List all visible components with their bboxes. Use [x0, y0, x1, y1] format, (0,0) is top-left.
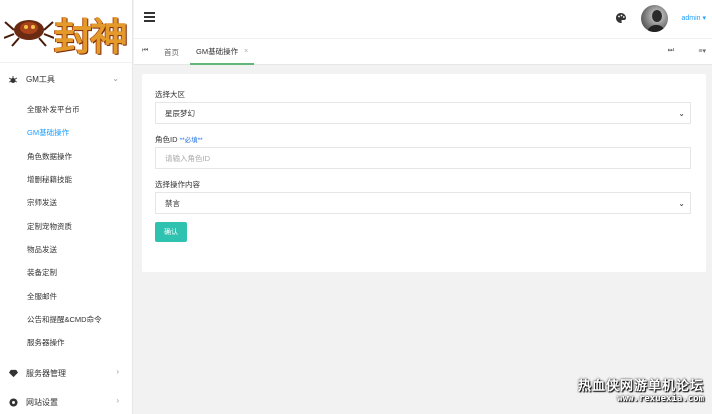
top-header: admin ▾ [134, 0, 712, 38]
avatar[interactable] [641, 5, 668, 32]
chevron-right-icon: › [116, 367, 119, 376]
chevron-right-icon: › [116, 396, 119, 405]
sidebar-item-gm-basic[interactable]: GM基础操作 [0, 121, 133, 144]
action-label: 选择操作内容 [155, 180, 200, 189]
sidebar-item-role-data[interactable]: 角色数据操作 [0, 145, 133, 168]
zone-value: 星辰梦幻 [165, 108, 195, 118]
menu-toggle-icon[interactable] [144, 12, 155, 22]
caret-down-icon: ▾ [700, 15, 706, 22]
tab-label: GM基础操作 [196, 46, 239, 56]
palette-icon[interactable] [615, 12, 627, 24]
zone-label: 选择大区 [155, 90, 185, 99]
watermark-url: www.rexuexia.com [617, 394, 704, 404]
sidebar-item-server-ops[interactable]: 服务器操作 [0, 331, 133, 354]
required-note: **必填** [179, 137, 203, 144]
sidebar-group-site-settings[interactable]: 网站设置 › [0, 390, 133, 414]
logo-text: 封神 [54, 14, 128, 59]
user-name: admin [681, 15, 701, 22]
sidebar-item-server-mail[interactable]: 全服邮件 [0, 284, 133, 307]
confirm-button[interactable]: 确认 [155, 222, 187, 242]
sidebar-group-label: 网站设置 [26, 397, 58, 407]
sidebar-item-pet-custom[interactable]: 定制宠物资质 [0, 214, 133, 237]
watermark: 热血侠网游单机论坛 www.rexuexia.com [578, 375, 704, 404]
sidebar-item-skills[interactable]: 增删秘籍技能 [0, 168, 133, 191]
sidebar-item-master-send[interactable]: 宗师发送 [0, 191, 133, 214]
demon-bug-icon [4, 20, 54, 47]
sidebar-item-equip-custom[interactable]: 装备定制 [0, 261, 133, 284]
bug-icon [8, 75, 18, 85]
diamond-icon [8, 368, 18, 378]
role-label: 角色ID **必填** [155, 134, 203, 145]
chevron-down-icon: ⌄ [678, 109, 685, 118]
settings-circle-icon [8, 397, 18, 407]
tab-scroll-right-icon[interactable]: ⏭ [668, 47, 674, 55]
tab-gm-basic[interactable]: GM基础操作 × [190, 39, 255, 65]
tab-options-icon[interactable]: ≡▾ [698, 47, 706, 55]
user-menu[interactable]: admin ▾ [681, 14, 706, 22]
tab-label: 首页 [164, 47, 179, 57]
sidebar-group-label: 服务器管理 [26, 368, 66, 378]
role-label-text: 角色ID [155, 135, 178, 144]
sidebar-item-item-send[interactable]: 物品发送 [0, 238, 133, 261]
chevron-down-icon: ⌄ [678, 199, 685, 208]
action-value: 禁言 [165, 198, 180, 208]
tab-scroll-left-icon[interactable]: ⏮ [142, 47, 148, 55]
watermark-title: 热血侠网游单机论坛 [577, 378, 704, 393]
zone-select[interactable]: 星辰梦幻 ⌄ [155, 102, 691, 124]
chevron-down-icon: ⌄ [112, 74, 119, 83]
action-select[interactable]: 禁言 ⌄ [155, 192, 691, 214]
logo[interactable]: 封神 [0, 0, 132, 62]
sidebar-group-label: GM工具 [26, 75, 55, 84]
sidebar-menu: GM工具 ⌄ 全服补发平台币 GM基础操作 角色数据操作 增删秘籍技能 宗师发送… [0, 62, 133, 354]
role-id-input[interactable]: 请输入角色ID [155, 147, 691, 169]
close-icon[interactable]: × [244, 48, 248, 55]
sidebar-group-gm-tools[interactable]: GM工具 ⌄ [0, 62, 133, 96]
gm-form-card: 选择大区 星辰梦幻 ⌄ 角色ID **必填** 请输入角色ID 选择操作内容 禁… [142, 74, 706, 272]
tab-home[interactable]: 首页 [158, 39, 185, 65]
sidebar-item-announce-cmd[interactable]: 公告和提醒&CMD命令 [0, 308, 133, 331]
sidebar: 封神 GM工具 ⌄ 全服补发平台币 GM基础操作 角色数据操作 增删秘籍技能 宗… [0, 0, 133, 414]
sidebar-group-server-management[interactable]: 服务器管理 › [0, 356, 133, 390]
tab-bar: ⏮ 首页 GM基础操作 × ⏭ ≡▾ [134, 38, 712, 65]
role-id-placeholder: 请输入角色ID [165, 153, 210, 163]
sidebar-item-resend-currency[interactable]: 全服补发平台币 [0, 98, 133, 121]
